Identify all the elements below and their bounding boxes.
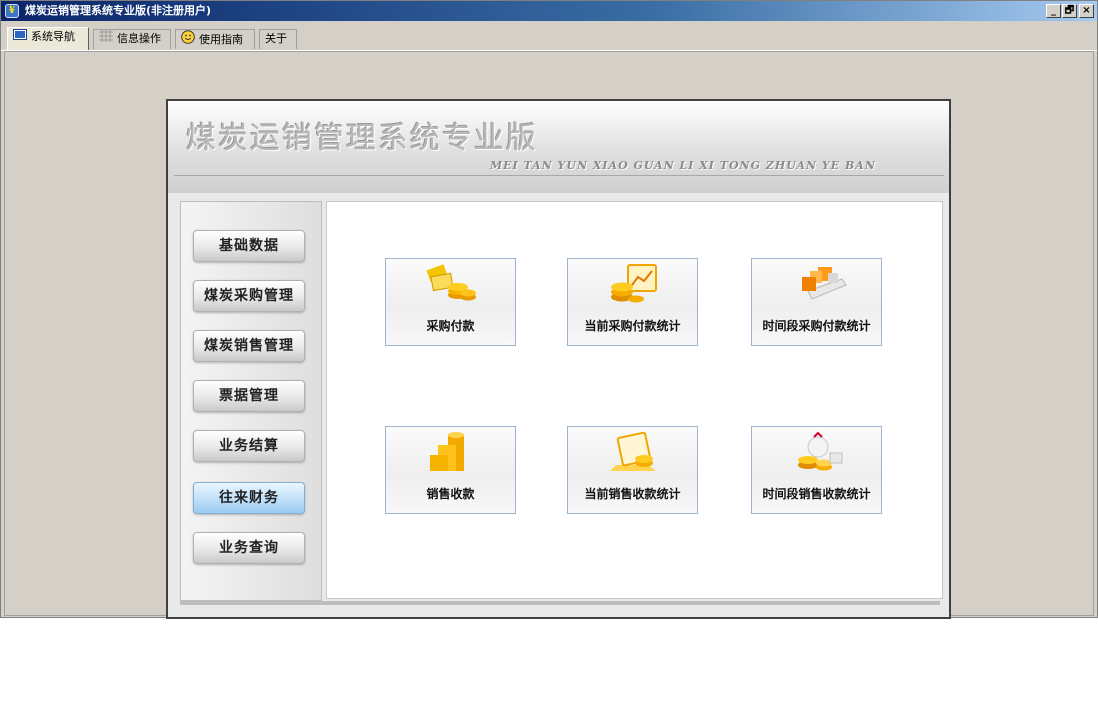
sidebar-item-basic-data[interactable]: 基础数据	[193, 230, 305, 262]
smiley-icon	[181, 30, 195, 50]
banner-divider	[174, 175, 944, 176]
sidebar-item-coal-purchase[interactable]: 煤炭采购管理	[193, 280, 305, 312]
navigation-panel: 煤炭运销管理系统专业版 MEI TAN YUN XIAO GUAN LI XI …	[166, 99, 951, 619]
tab-label: 信息操作	[117, 32, 161, 45]
current-purchase-payment-stats-button[interactable]: 当前采购付款统计	[567, 258, 698, 346]
sidebar: 基础数据 煤炭采购管理 煤炭销售管理 票据管理 业务结算 往来财务 业务查询	[180, 201, 322, 601]
tab-bar: 系统导航 信息操作 使用指南 关于	[1, 21, 1097, 51]
coins-cards-icon	[426, 264, 476, 301]
tab-about[interactable]: 关于	[259, 29, 297, 49]
coin-laptop-icon	[610, 431, 656, 471]
current-sales-receipt-stats-button[interactable]: 当前销售收款统计	[567, 426, 698, 514]
sidebar-item-coal-sales[interactable]: 煤炭销售管理	[193, 330, 305, 362]
minimize-button[interactable]: _	[1046, 4, 1061, 18]
app-window: ¥ 煤炭运销管理系统专业版(非注册用户) _ 🗗 × 系统导航 信息操作 使用指…	[0, 0, 1098, 619]
banner-title: 煤炭运销管理系统专业版	[186, 121, 538, 156]
close-button[interactable]: ×	[1079, 4, 1094, 18]
function-label: 当前销售收款统计	[584, 487, 681, 501]
function-area: 采购付款 当前采购付款统计 时间段采购付款统计 销售收款 当前销售收款统计 时间…	[326, 201, 943, 599]
sidebar-item-bill-management[interactable]: 票据管理	[193, 380, 305, 412]
period-sales-receipt-stats-button[interactable]: 时间段销售收款统计	[751, 426, 882, 514]
coins-monitor-icon	[611, 264, 657, 303]
function-label: 时间段采购付款统计	[762, 319, 871, 333]
window-title: 煤炭运销管理系统专业版(非注册用户)	[25, 4, 212, 17]
app-icon: ¥	[5, 4, 19, 18]
sidebar-item-business-settlement[interactable]: 业务结算	[193, 430, 305, 462]
monitor-icon	[13, 28, 27, 46]
function-label: 当前采购付款统计	[584, 319, 681, 333]
tab-label: 系统导航	[31, 30, 75, 43]
restore-button[interactable]: 🗗	[1062, 4, 1077, 18]
function-label: 时间段销售收款统计	[762, 487, 871, 501]
tab-label: 使用指南	[199, 33, 243, 46]
purchase-payment-button[interactable]: 采购付款	[385, 258, 516, 346]
tab-label: 关于	[265, 32, 287, 45]
sales-receipt-button[interactable]: 销售收款	[385, 426, 516, 514]
coins-boxes-icon	[802, 267, 847, 300]
tab-info-operation[interactable]: 信息操作	[93, 29, 171, 49]
banner: 煤炭运销管理系统专业版 MEI TAN YUN XIAO GUAN LI XI …	[168, 101, 949, 193]
function-label: 销售收款	[426, 487, 475, 501]
function-label: 采购付款	[426, 319, 475, 333]
money-bag-icon	[798, 431, 843, 471]
title-bar[interactable]: ¥ 煤炭运销管理系统专业版(非注册用户) _ 🗗 ×	[1, 1, 1097, 21]
tab-user-guide[interactable]: 使用指南	[175, 29, 255, 49]
banner-subtitle: MEI TAN YUN XIAO GUAN LI XI TONG ZHUAN Y…	[490, 159, 876, 172]
coin-stack-icon	[430, 432, 464, 471]
panel-bottom-bar	[180, 601, 940, 605]
sidebar-item-business-query[interactable]: 业务查询	[193, 532, 305, 564]
period-purchase-payment-stats-button[interactable]: 时间段采购付款统计	[751, 258, 882, 346]
tab-system-nav[interactable]: 系统导航	[7, 27, 89, 51]
sidebar-item-finance[interactable]: 往来财务	[193, 482, 305, 514]
grid-icon	[99, 30, 113, 48]
